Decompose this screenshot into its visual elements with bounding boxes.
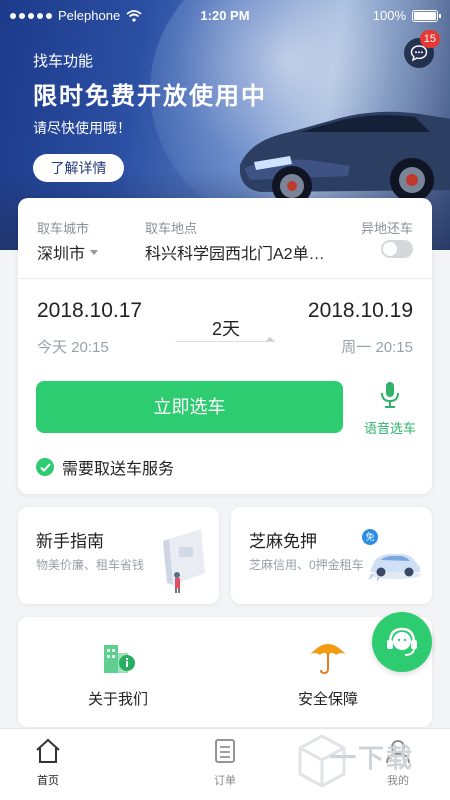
location-value[interactable]: 科兴科学园西北门A2单… xyxy=(145,240,335,264)
booking-card: 取车城市 深圳市 取车地点 科兴科学园西北门A2单… 异地还车 2018.10.… xyxy=(18,198,432,494)
duration-arrow-icon xyxy=(266,337,274,341)
battery-percent: 100% xyxy=(372,8,406,23)
feature-title: 新手指南 xyxy=(36,532,104,551)
about-us-label: 关于我们 xyxy=(87,691,148,708)
microphone-icon xyxy=(381,382,399,408)
safety-label: 安全保障 xyxy=(297,691,358,708)
about-us-item[interactable]: 关于我们 xyxy=(38,639,198,709)
deposit-free-badge: 免 xyxy=(362,529,378,545)
learn-more-button[interactable]: 了解详情 xyxy=(33,154,124,182)
feature-subtitle: 物美价廉、租车省钱 xyxy=(36,558,145,572)
tab-label: 订单 xyxy=(214,775,236,787)
tab-home[interactable]: 首页 xyxy=(8,737,88,788)
delivery-service-label: 需要取送车服务 xyxy=(62,461,175,478)
banner-hint: 请尽快使用哦！ xyxy=(33,120,131,136)
building-icon xyxy=(104,645,135,673)
umbrella-icon xyxy=(310,644,346,675)
car-icon xyxy=(368,554,421,581)
return-label: 异地还车 xyxy=(360,221,413,236)
headset-icon xyxy=(387,627,417,656)
tab-orders[interactable]: 订单 xyxy=(185,737,265,788)
pickup-date[interactable]: 2018.10.17 xyxy=(37,299,142,323)
feature-subtitle: 芝麻信用、0押金租车 xyxy=(249,558,364,572)
order-list-icon xyxy=(215,739,235,763)
sesame-deposit-free-card[interactable]: 芝麻免押 芝麻信用、0押金租车 免 xyxy=(231,507,432,604)
voice-select-label: 语音选车 xyxy=(363,421,416,436)
delivery-service-checkbox[interactable]: 需要取送车服务 xyxy=(36,455,174,479)
location-label: 取车地点 xyxy=(145,221,198,236)
duration-underline xyxy=(175,341,275,342)
battery-icon xyxy=(412,9,441,22)
city-label: 取车城市 xyxy=(37,221,90,236)
return-time[interactable]: 周一 20:15 xyxy=(341,336,413,357)
newbie-guide-card[interactable]: 新手指南 物美价廉、租车省钱 xyxy=(18,507,219,604)
divider xyxy=(18,278,432,279)
guide-book-icon xyxy=(163,529,205,593)
city-value: 深圳市 xyxy=(37,246,86,263)
banner-title: 限时免费开放使用中 xyxy=(33,83,267,110)
select-car-button[interactable]: 立即选车 xyxy=(36,381,343,433)
rental-duration: 2天 xyxy=(211,319,240,339)
tab-label: 首页 xyxy=(37,775,59,787)
feature-title: 芝麻免押 xyxy=(249,532,317,551)
checkmark-icon xyxy=(36,458,54,476)
customer-service-button[interactable] xyxy=(372,612,432,672)
message-badge: 15 xyxy=(419,30,440,48)
return-elsewhere-toggle[interactable] xyxy=(381,240,413,258)
about-card: 关于我们 安全保障 xyxy=(18,617,432,727)
pickup-time[interactable]: 今天 20:15 xyxy=(37,336,109,357)
chevron-down-icon xyxy=(90,249,99,255)
status-bar: Pelephone 1:20 PM 100% xyxy=(0,0,450,32)
city-selector[interactable]: 深圳市 xyxy=(37,240,99,264)
voice-select-button[interactable]: 语音选车 xyxy=(358,381,422,437)
home-icon xyxy=(36,738,60,763)
banner-subtitle: 找车功能 xyxy=(33,53,94,70)
return-date[interactable]: 2018.10.19 xyxy=(308,299,413,323)
watermark-text: 一下载 xyxy=(330,743,415,773)
